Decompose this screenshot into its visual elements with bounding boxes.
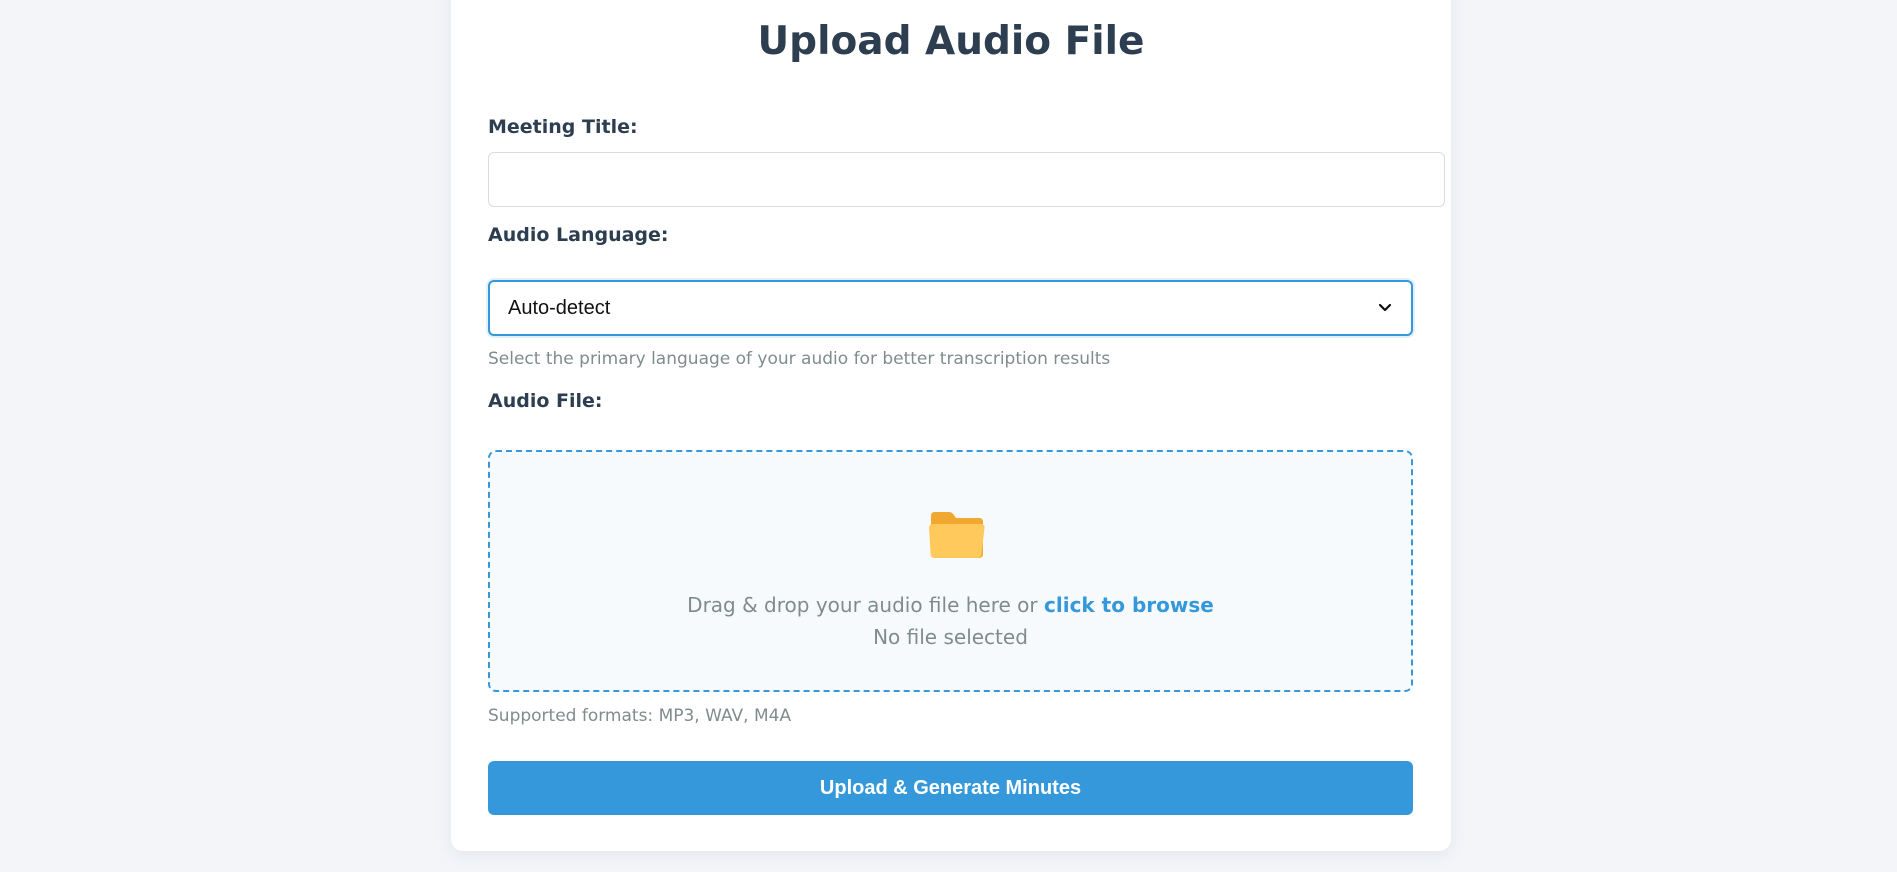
- meeting-title-input[interactable]: [488, 152, 1445, 207]
- meeting-title-label: Meeting Title:: [488, 116, 638, 138]
- audio-language-label: Audio Language:: [488, 224, 669, 246]
- folder-icon: [927, 510, 987, 560]
- dropzone-instructions: Drag & drop your audio file here or clic…: [490, 592, 1411, 618]
- supported-formats: Supported formats: MP3, WAV, M4A: [488, 706, 792, 726]
- audio-file-dropzone[interactable]: Drag & drop your audio file here or clic…: [488, 450, 1413, 692]
- audio-language-selected-value: Auto-detect: [508, 296, 611, 319]
- language-hint: Select the primary language of your audi…: [488, 349, 1111, 369]
- dropzone-prefix-text: Drag & drop your audio file here or: [687, 593, 1044, 617]
- browse-link[interactable]: click to browse: [1044, 593, 1214, 617]
- audio-language-select[interactable]: Auto-detect: [488, 280, 1413, 336]
- chevron-down-icon: [1377, 300, 1393, 316]
- page-title: Upload Audio File: [757, 19, 1145, 64]
- upload-card: Upload Audio File Meeting Title: Audio L…: [451, 0, 1451, 851]
- upload-generate-button[interactable]: Upload & Generate Minutes: [488, 761, 1413, 815]
- file-status: No file selected: [873, 625, 1028, 649]
- audio-file-label: Audio File:: [488, 390, 603, 412]
